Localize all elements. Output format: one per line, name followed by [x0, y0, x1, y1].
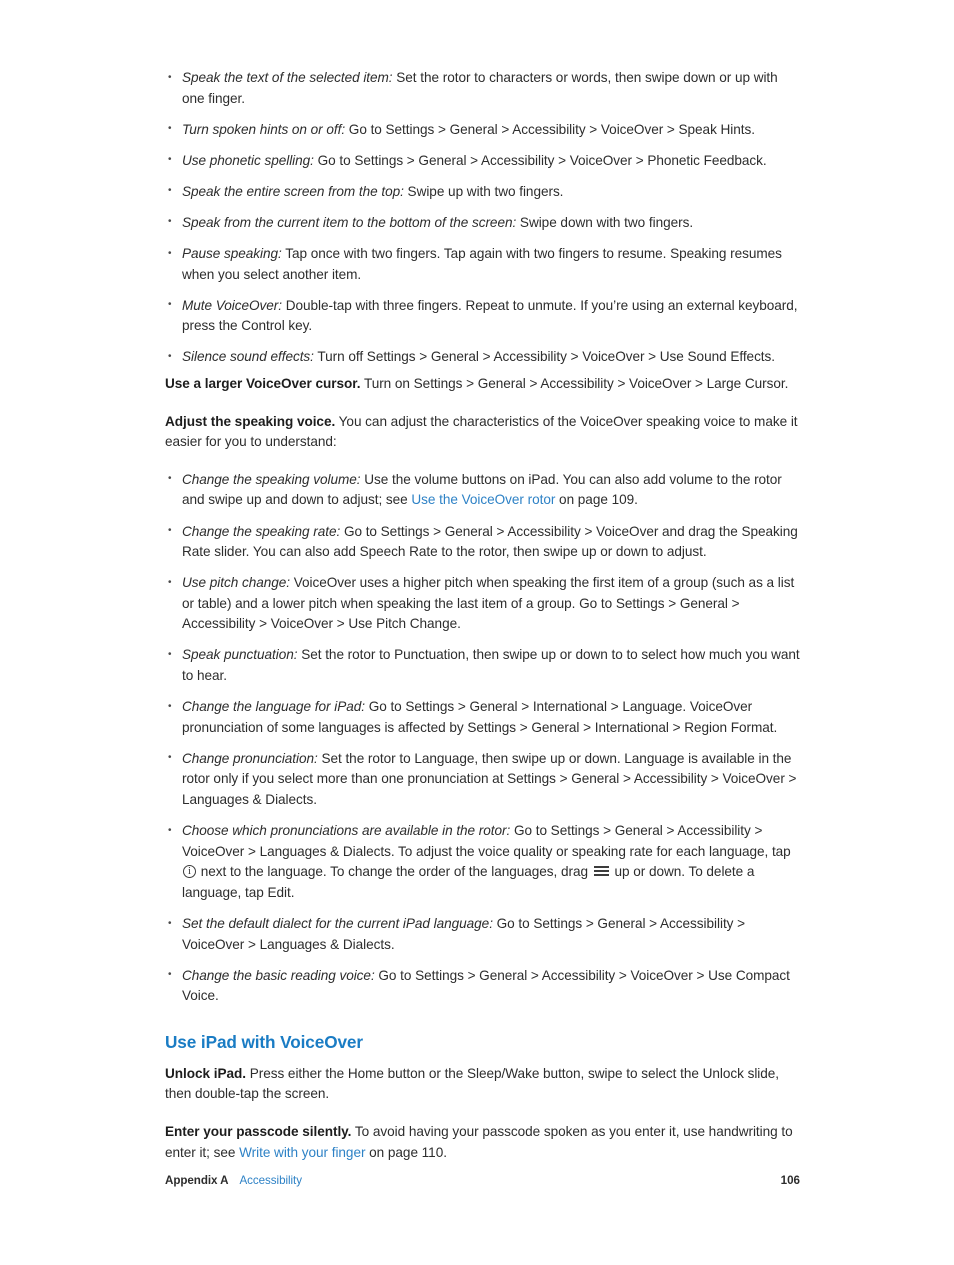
- bullet-term: Speak from the current item to the botto…: [182, 214, 517, 230]
- link-write-with-your-finger[interactable]: Write with your finger: [239, 1145, 365, 1160]
- list-item: Use phonetic spelling: Go to Settings > …: [165, 150, 800, 172]
- bullet-text: Turn off Settings > General > Accessibil…: [313, 349, 776, 365]
- paragraph-large-cursor: Use a larger VoiceOver cursor. Turn on S…: [165, 374, 800, 395]
- list-item: Speak the text of the selected item: Set…: [165, 67, 800, 109]
- bullet-term: Pause speaking:: [182, 246, 282, 262]
- paragraph-text-tail: on page 110.: [365, 1144, 447, 1160]
- section-heading-use-ipad-with-voiceover: Use iPad with VoiceOver: [165, 1031, 363, 1052]
- bullet-text: Go to Settings > General > Accessibility…: [345, 121, 755, 137]
- footer-section-link[interactable]: Accessibility: [239, 1173, 302, 1189]
- paragraph-lead: Enter your passcode silently.: [165, 1124, 352, 1140]
- paragraph-lead: Unlock iPad.: [165, 1065, 246, 1081]
- list-item: Speak the entire screen from the top: Sw…: [165, 181, 800, 203]
- bullet-term: Change the speaking volume:: [182, 471, 361, 487]
- list-item-speak-punctuation: Speak punctuation: Set the rotor to Punc…: [165, 645, 800, 686]
- link-use-the-voiceover-rotor[interactable]: Use the VoiceOver rotor: [411, 492, 555, 507]
- list-item: Silence sound effects: Turn off Settings…: [165, 347, 800, 368]
- bullet-text: Swipe down with two fingers.: [516, 214, 694, 230]
- bullet-text-tail: on page 109.: [555, 492, 638, 508]
- bullet-term: Set the default dialect for the current …: [182, 916, 493, 931]
- list-item-change-language-for-ipad: Change the language for iPad: Go to Sett…: [165, 697, 800, 738]
- bullet-term: Change the basic reading voice:: [182, 967, 375, 983]
- list-item: Pause speaking: Tap once with two finger…: [165, 244, 800, 285]
- bullet-text: Go to Settings > General > Accessibility…: [313, 152, 767, 168]
- bullet-term: Turn spoken hints on or off:: [182, 121, 346, 137]
- footer-page-number: 106: [780, 1174, 800, 1187]
- list-item-use-pitch-change: Use pitch change: VoiceOver uses a highe…: [165, 573, 800, 635]
- bullet-text: Swipe up with two fingers.: [403, 183, 564, 199]
- document-page: Speak the text of the selected item: Set…: [0, 0, 954, 1265]
- list-item-choose-pronunciations: Choose which pronunciations are availabl…: [165, 821, 800, 903]
- bullet-term: Change the speaking rate:: [182, 523, 341, 539]
- paragraph-text: Turn on Settings > General > Accessibili…: [360, 376, 789, 392]
- footer-appendix-label: Appendix A: [165, 1174, 229, 1187]
- list-item-set-default-dialect: Set the default dialect for the current …: [165, 913, 800, 955]
- bullet-text: next to the language. To change the orde…: [197, 864, 592, 880]
- list-item-change-basic-reading-voice: Change the basic reading voice: Go to Se…: [165, 965, 800, 1007]
- list-item-change-speaking-rate: Change the speaking rate: Go to Settings…: [165, 521, 800, 563]
- reorder-handle-icon: [593, 866, 609, 877]
- info-circle-icon: [183, 864, 196, 879]
- paragraph-lead: Adjust the speaking voice.: [165, 413, 336, 429]
- speaking-voice-options-list: Change the speaking volume: Use the volu…: [165, 469, 800, 1007]
- bullet-term: Silence sound effects:: [182, 349, 314, 365]
- paragraph-lead: Use a larger VoiceOver cursor.: [165, 376, 361, 392]
- page-footer: Appendix A Accessibility 106: [165, 1173, 800, 1189]
- bullet-term: Speak the text of the selected item:: [182, 70, 393, 85]
- bullet-term: Choose which pronunciations are availabl…: [182, 823, 511, 839]
- bullet-term: Speak the entire screen from the top:: [182, 183, 404, 199]
- list-item-change-speaking-volume: Change the speaking volume: Use the volu…: [165, 469, 800, 511]
- paragraph-unlock-ipad: Unlock iPad. Press either the Home butto…: [165, 1064, 800, 1105]
- list-item: Mute VoiceOver: Double-tap with three fi…: [165, 295, 800, 337]
- paragraph-adjust-voice: Adjust the speaking voice. You can adjus…: [165, 412, 800, 453]
- bullet-term: Change the language for iPad:: [182, 699, 365, 715]
- list-item: Speak from the current item to the botto…: [165, 212, 800, 234]
- list-item-change-pronunciation: Change pronunciation: Set the rotor to L…: [165, 748, 800, 811]
- paragraph-enter-passcode-silently: Enter your passcode silently. To avoid h…: [165, 1122, 800, 1163]
- page-content: Speak the text of the selected item: Set…: [165, 67, 800, 1163]
- list-item: Turn spoken hints on or off: Go to Setti…: [165, 119, 800, 141]
- bullet-term: Change pronunciation:: [182, 750, 318, 766]
- bullet-term: Mute VoiceOver:: [182, 297, 282, 313]
- voiceover-gestures-list: Speak the text of the selected item: Set…: [165, 67, 800, 368]
- bullet-term: Speak punctuation:: [182, 647, 298, 663]
- bullet-term: Use phonetic spelling:: [182, 152, 314, 168]
- bullet-term: Use pitch change:: [182, 575, 290, 591]
- paragraph-text: Press either the Home button or the Slee…: [165, 1065, 780, 1102]
